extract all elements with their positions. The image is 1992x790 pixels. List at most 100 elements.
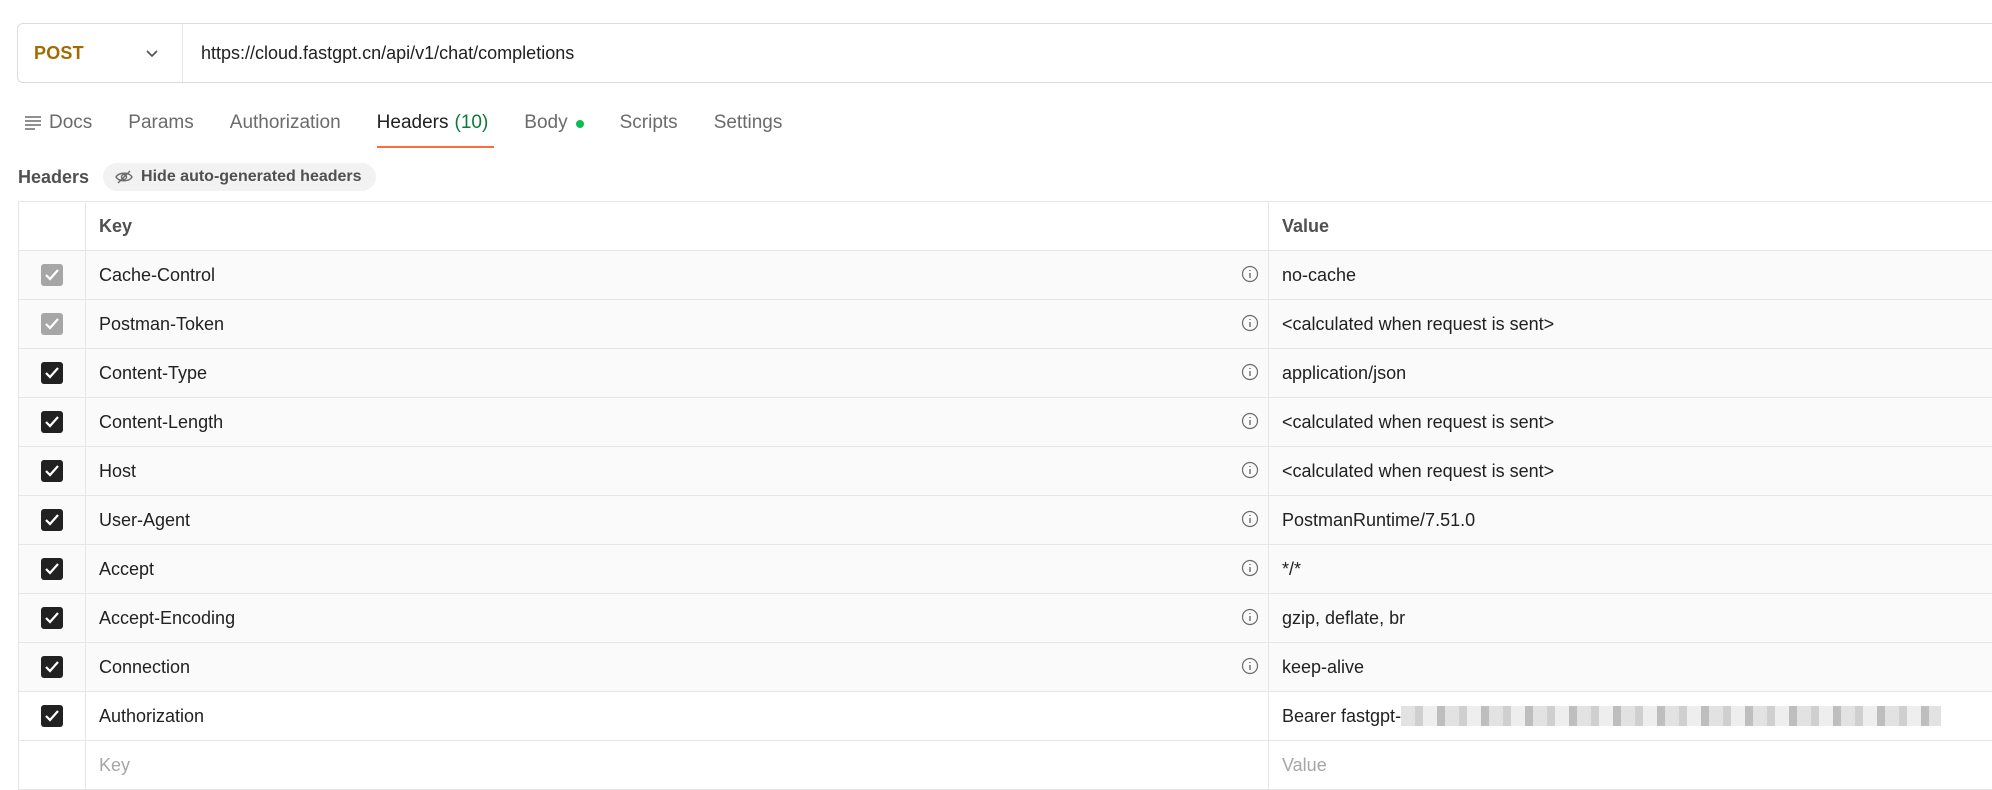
row-key[interactable]: Cache-Control	[86, 251, 1269, 299]
check-cell	[19, 300, 86, 348]
key-text: Host	[99, 460, 137, 481]
method-label: POST	[34, 42, 84, 63]
key-text: Accept	[99, 558, 155, 579]
checkmark-icon	[45, 367, 59, 379]
new-key-input[interactable]: Key	[86, 741, 1269, 789]
tab-scripts[interactable]: Scripts	[620, 104, 678, 148]
info-icon[interactable]	[1241, 559, 1259, 577]
info-icon[interactable]	[1241, 657, 1259, 675]
docs-icon	[25, 116, 41, 130]
checkmark-icon	[45, 710, 59, 722]
row-checkbox[interactable]	[41, 460, 63, 482]
row-key[interactable]: Postman-Token	[86, 300, 1269, 348]
check-cell	[19, 594, 86, 642]
body-indicator-dot	[575, 120, 584, 128]
hide-auto-headers-button[interactable]: Hide auto-generated headers	[103, 163, 376, 191]
row-checkbox[interactable]	[41, 362, 63, 384]
checkmark-icon	[45, 416, 59, 428]
checkmark-icon	[45, 612, 59, 624]
key-text: Content-Type	[99, 362, 208, 383]
table-row: User-Agent PostmanRuntime/7.51.0	[19, 496, 1992, 545]
table-row: Content-Length <calculated when request …	[19, 398, 1992, 447]
info-icon[interactable]	[1241, 265, 1259, 283]
table-row: Accept-Encoding gzip, deflate, br	[19, 594, 1992, 643]
check-cell	[19, 496, 86, 544]
row-checkbox[interactable]	[41, 264, 63, 286]
row-key[interactable]: User-Agent	[86, 496, 1269, 544]
info-icon[interactable]	[1241, 314, 1259, 332]
row-key[interactable]: Connection	[86, 643, 1269, 691]
row-value[interactable]: */*	[1269, 545, 1992, 593]
row-value[interactable]: PostmanRuntime/7.51.0	[1269, 496, 1992, 544]
row-checkbox[interactable]	[41, 558, 63, 580]
redacted-token	[1401, 706, 1942, 726]
row-checkbox[interactable]	[41, 607, 63, 629]
row-checkbox[interactable]	[41, 656, 63, 678]
row-key[interactable]: Authorization	[86, 692, 1269, 740]
check-cell	[19, 692, 86, 740]
tab-body[interactable]: Body	[524, 104, 584, 148]
table-row: Host <calculated when request is sent>	[19, 447, 1992, 496]
checkbox-header-cell	[19, 202, 86, 250]
value-column-header: Value	[1282, 215, 1330, 236]
tab-headers[interactable]: Headers (10)	[376, 104, 494, 148]
row-value[interactable]: <calculated when request is sent>	[1269, 398, 1992, 446]
headers-table: Key Value Cache-Control no-cache Postman…	[18, 201, 1992, 790]
row-value[interactable]: no-cache	[1269, 251, 1992, 299]
row-value[interactable]: gzip, deflate, br	[1269, 594, 1992, 642]
table-row: Postman-Token <calculated when request i…	[19, 300, 1992, 349]
method-select[interactable]: POST	[18, 24, 183, 82]
tab-label: Headers	[376, 112, 449, 133]
row-key[interactable]: Content-Length	[86, 398, 1269, 446]
new-header-row: Key Value	[19, 741, 1992, 790]
checkmark-icon	[45, 269, 59, 281]
row-key[interactable]: Accept	[86, 545, 1269, 593]
tab-settings[interactable]: Settings	[714, 104, 783, 148]
info-icon[interactable]	[1241, 412, 1259, 430]
request-bar: POST https://cloud.fastgpt.cn/api/v1/cha…	[17, 23, 1992, 83]
chevron-down-icon	[146, 50, 158, 58]
tab-docs[interactable]: Docs	[24, 104, 92, 148]
table-header-row: Key Value	[19, 202, 1992, 251]
table-row: Authorization Bearer fastgpt-	[19, 692, 1992, 741]
info-icon[interactable]	[1241, 510, 1259, 528]
row-key[interactable]: Content-Type	[86, 349, 1269, 397]
check-cell	[19, 251, 86, 299]
checkmark-icon	[45, 563, 59, 575]
table-row: Cache-Control no-cache	[19, 251, 1992, 300]
row-key[interactable]: Accept-Encoding	[86, 594, 1269, 642]
row-checkbox[interactable]	[41, 705, 63, 727]
row-checkbox[interactable]	[41, 509, 63, 531]
row-value[interactable]: <calculated when request is sent>	[1269, 447, 1992, 495]
tab-label: Body	[524, 112, 568, 133]
table-row: Connection keep-alive	[19, 643, 1992, 692]
key-text: Accept-Encoding	[99, 607, 236, 628]
key-text: Authorization	[99, 705, 205, 726]
row-value[interactable]: application/json	[1269, 349, 1992, 397]
tab-label: Authorization	[229, 112, 341, 133]
info-icon[interactable]	[1241, 461, 1259, 479]
row-key[interactable]: Host	[86, 447, 1269, 495]
checkmark-icon	[45, 465, 59, 477]
info-icon[interactable]	[1241, 363, 1259, 381]
tab-authorization[interactable]: Authorization	[230, 104, 341, 148]
new-value-input[interactable]: Value	[1269, 741, 1992, 789]
checkmark-icon	[45, 661, 59, 673]
tab-label: Scripts	[619, 112, 678, 133]
row-checkbox[interactable]	[41, 313, 63, 335]
row-checkbox[interactable]	[41, 411, 63, 433]
check-cell	[19, 545, 86, 593]
table-row: Content-Type application/json	[19, 349, 1992, 398]
table-row: Accept */*	[19, 545, 1992, 594]
row-value[interactable]: Bearer fastgpt-	[1269, 692, 1992, 740]
tab-params[interactable]: Params	[128, 104, 193, 148]
row-value[interactable]: keep-alive	[1269, 643, 1992, 691]
key-text: Postman-Token	[99, 313, 225, 334]
tab-label: Params	[128, 112, 194, 133]
headers-count-badge: (10)	[454, 112, 489, 133]
url-input[interactable]: https://cloud.fastgpt.cn/api/v1/chat/com…	[183, 43, 574, 64]
eye-off-icon	[115, 170, 133, 184]
info-icon[interactable]	[1241, 608, 1259, 626]
key-text: Content-Length	[99, 411, 224, 432]
row-value[interactable]: <calculated when request is sent>	[1269, 300, 1992, 348]
